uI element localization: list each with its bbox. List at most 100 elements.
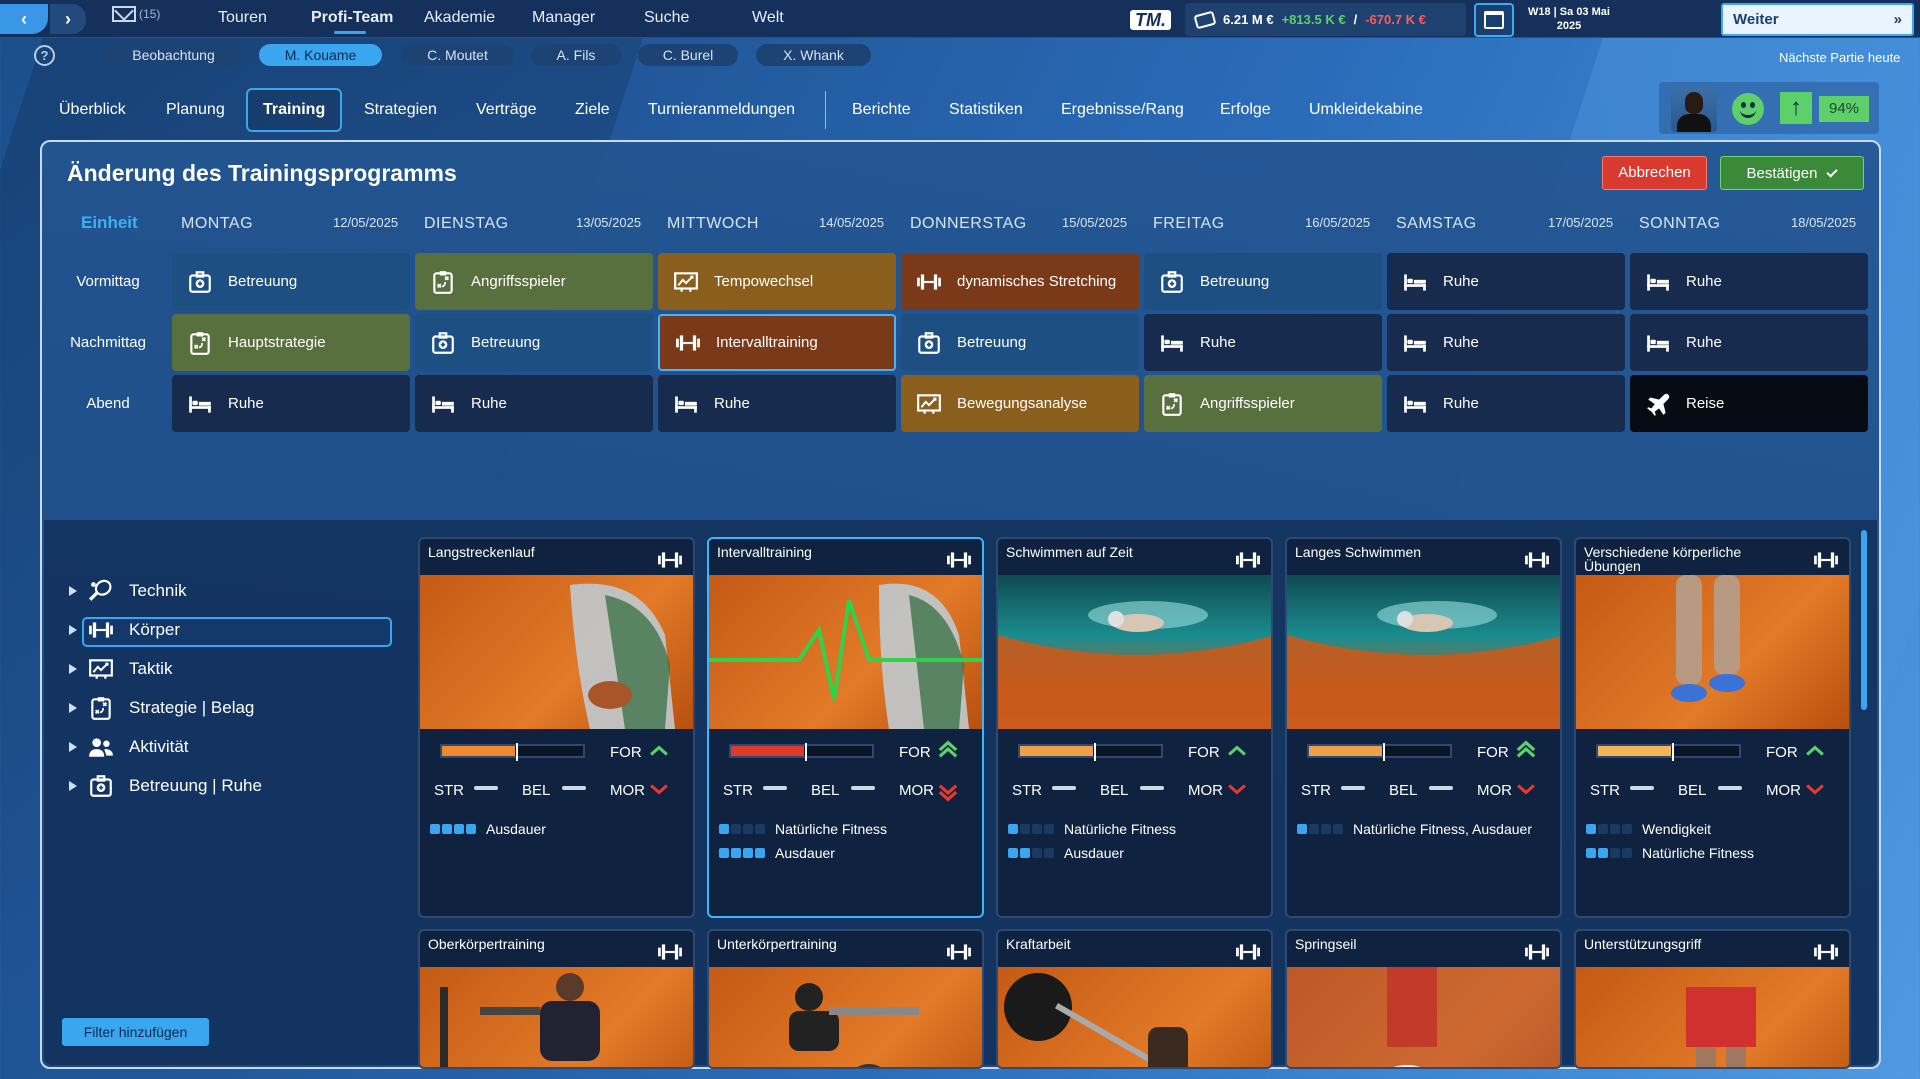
calendar-button[interactable] — [1474, 3, 1514, 37]
tab-erfolge[interactable]: Erfolge — [1220, 101, 1271, 119]
add-filter-button[interactable]: Filter hinzufügen — [62, 1018, 209, 1046]
schedule-slot[interactable]: Intervalltraining — [658, 314, 896, 371]
tab-player-burel[interactable]: C. Burel — [638, 44, 738, 66]
back-button[interactable]: ‹ — [0, 4, 48, 34]
tab-vertraege[interactable]: Verträge — [476, 101, 536, 119]
tab-beobachtung[interactable]: Beobachtung — [106, 44, 241, 66]
next-match-label[interactable]: Nächste Partie heute — [1779, 50, 1900, 65]
chevron-down-icon — [648, 782, 670, 796]
cards-scrollbar[interactable] — [1861, 530, 1867, 710]
dumbbell-icon — [657, 547, 683, 578]
schedule-slot[interactable]: Ruhe — [1387, 375, 1625, 432]
airplane-icon — [1644, 390, 1672, 418]
category-taktik[interactable]: Taktik — [69, 655, 172, 683]
tab-player-moutet[interactable]: C. Moutet — [401, 44, 514, 66]
category-körper[interactable]: Körper — [69, 616, 180, 644]
schedule-slot[interactable]: Ruhe — [1144, 314, 1382, 371]
exercise-card[interactable]: Oberkörpertraining — [418, 929, 695, 1069]
category-betreuung-ruhe[interactable]: Betreuung | Ruhe — [69, 772, 262, 800]
nav-akademie[interactable]: Akademie — [424, 9, 495, 27]
schedule-slot[interactable]: Betreuung — [901, 314, 1139, 371]
category-strategie-belag[interactable]: Strategie | Belag — [69, 694, 254, 722]
exercise-card[interactable]: Unterkörpertraining — [707, 929, 984, 1069]
schedule-slot[interactable]: Betreuung — [415, 314, 653, 371]
schedule-slot[interactable]: Betreuung — [172, 253, 410, 310]
exercise-card[interactable]: Langes Schwimmen FOR STR BEL MOR Natürli… — [1285, 537, 1562, 918]
schedule-slot[interactable]: Ruhe — [658, 375, 896, 432]
category-label: Technik — [129, 581, 187, 600]
schedule-slot[interactable]: Reise — [1630, 375, 1868, 432]
nav-touren[interactable]: Touren — [218, 9, 267, 27]
level-pip — [1297, 824, 1307, 834]
tab-planung[interactable]: Planung — [166, 101, 225, 119]
schedule-slot[interactable]: Ruhe — [1630, 314, 1868, 371]
schedule-slot[interactable]: Angriffsspieler — [1144, 375, 1382, 432]
top-bar: ‹ › (15) Touren Profi-Team Akademie Mana… — [0, 0, 1920, 38]
schedule-slot[interactable]: Tempowechsel — [658, 253, 896, 310]
forward-button[interactable]: › — [50, 4, 86, 34]
tab-ueberblick[interactable]: Überblick — [59, 101, 126, 119]
date-year: 2025 — [1556, 20, 1582, 32]
slot-label-nachmittag: Nachmittag — [70, 334, 146, 351]
category-aktivität[interactable]: Aktivität — [69, 733, 189, 761]
neutral-dash-icon — [763, 786, 787, 790]
avatar[interactable] — [1671, 86, 1717, 132]
exercise-card[interactable]: Unterstützungsgriff — [1574, 929, 1851, 1069]
tab-player-whank[interactable]: X. Whank — [756, 44, 871, 66]
schedule-slot[interactable]: Ruhe — [415, 375, 653, 432]
level-pip — [1044, 824, 1054, 834]
stat-mor-label: MOR — [1766, 782, 1801, 799]
gym-photo — [420, 967, 693, 1067]
tab-player-kouame[interactable]: M. Kouame — [259, 44, 382, 66]
nav-profi-team[interactable]: Profi-Team — [311, 9, 393, 27]
chevron-right-icon: › — [65, 8, 71, 29]
tab-ergebnisse-rang[interactable]: Ergebnisse/Rang — [1061, 101, 1184, 119]
slot-activity-label: dynamisches Stretching — [957, 273, 1117, 290]
tab-berichte[interactable]: Berichte — [852, 101, 911, 119]
schedule-slot[interactable]: Ruhe — [172, 375, 410, 432]
dumbbell-icon — [1235, 547, 1261, 578]
cancel-button[interactable]: Abbrechen — [1602, 156, 1707, 190]
nav-manager[interactable]: Manager — [532, 9, 595, 27]
mailbox-button[interactable]: (15) — [112, 6, 160, 22]
schedule-slot[interactable]: Ruhe — [1387, 314, 1625, 371]
schedule-slot[interactable]: Hauptstrategie — [172, 314, 410, 371]
runner-photo — [420, 575, 693, 729]
exercise-card[interactable]: Intervalltraining FOR STR BEL MOR Natürl… — [707, 537, 984, 918]
intensity-bar-fill — [1598, 746, 1671, 756]
tab-ziele[interactable]: Ziele — [575, 101, 610, 119]
exercise-card[interactable]: Langstreckenlauf FOR STR BEL MOR Ausdaue… — [418, 537, 695, 918]
tab-training[interactable]: Training — [263, 101, 325, 119]
schedule-slot[interactable]: Angriffsspieler — [415, 253, 653, 310]
nav-suche[interactable]: Suche — [644, 9, 689, 27]
exercise-card[interactable]: Verschiedene körperliche Übungen FOR STR… — [1574, 537, 1851, 918]
finance-summary[interactable]: 6.21 M € +813.5 K € / -670.7 K € — [1185, 3, 1466, 36]
income: +813.5 K € — [1281, 12, 1346, 27]
tab-strategien[interactable]: Strategien — [364, 101, 437, 119]
neutral-dash-icon — [1429, 786, 1453, 790]
schedule-slot[interactable]: Ruhe — [1387, 253, 1625, 310]
stat-for-label: FOR — [1188, 744, 1220, 761]
tab-statistiken[interactable]: Statistiken — [949, 101, 1023, 119]
exercise-card[interactable]: Kraftarbeit — [996, 929, 1273, 1069]
slot-activity-label: Ruhe — [1686, 334, 1722, 351]
schedule-slot[interactable]: Bewegungsanalyse — [901, 375, 1139, 432]
tab-player-fils[interactable]: A. Fils — [531, 44, 621, 66]
schedule-slot[interactable]: Ruhe — [1630, 253, 1868, 310]
exercise-card[interactable]: Schwimmen auf Zeit FOR STR BEL MOR Natür… — [996, 537, 1273, 918]
schedule-slot[interactable]: dynamisches Stretching — [901, 253, 1139, 310]
nav-welt[interactable]: Welt — [752, 9, 784, 27]
continue-button[interactable]: Weiter » — [1721, 3, 1914, 36]
confirm-button[interactable]: Bestätigen — [1720, 156, 1864, 190]
level-pip — [1598, 824, 1608, 834]
dumbbell-icon — [1813, 939, 1839, 970]
chevron-up-icon — [648, 744, 670, 758]
schedule-slot[interactable]: Betreuung — [1144, 253, 1382, 310]
tactics-board-icon — [87, 657, 115, 681]
category-technik[interactable]: Technik — [69, 577, 187, 605]
tab-turnieranmeldungen[interactable]: Turnieranmeldungen — [648, 101, 795, 119]
expense: -670.7 K € — [1365, 12, 1426, 27]
help-button[interactable]: ? — [34, 45, 55, 66]
exercise-card[interactable]: Springseil — [1285, 929, 1562, 1069]
tab-umkleidekabine[interactable]: Umkleidekabine — [1309, 101, 1423, 119]
